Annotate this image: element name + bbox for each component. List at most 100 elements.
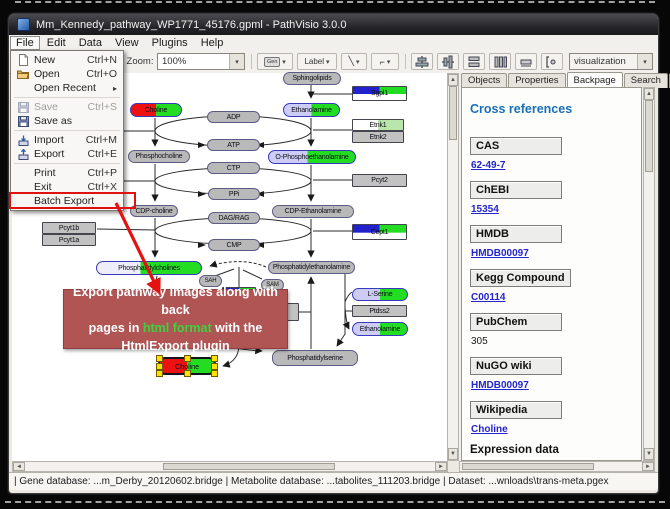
pathway-node-pcyt2[interactable]: Pcyt2 — [352, 174, 407, 187]
connector-tool[interactable]: ⌐▾ — [371, 53, 399, 70]
pathway-node-phosphocholine[interactable]: Phosphocholine — [128, 150, 190, 163]
menu-separator — [14, 97, 120, 98]
file-menu-item-save-as[interactable]: Save as — [11, 114, 123, 128]
file-menu-item-print[interactable]: PrintCtrl+P — [11, 166, 123, 180]
pathway-node-dag-rag[interactable]: DAG/RAG — [208, 212, 260, 224]
align-middle-button[interactable] — [437, 53, 459, 70]
selection-handle[interactable] — [184, 355, 191, 362]
selection-handle[interactable] — [184, 370, 191, 377]
selection-handle[interactable] — [156, 370, 163, 377]
pathway-node-label: PPi — [229, 191, 239, 198]
menu-help[interactable]: Help — [195, 36, 230, 50]
panel-vscrollbar[interactable]: ▲ ▼ — [643, 87, 655, 461]
tab-backpage[interactable]: Backpage — [567, 72, 623, 87]
pathway-node-phosphatidylethanolamine[interactable]: Phosphatidylethanolamine — [268, 261, 355, 274]
tab-objects[interactable]: Objects — [461, 73, 507, 88]
pathway-node-cdp-ethanolamine[interactable]: CDP-Ethanolamine — [272, 205, 354, 218]
scroll-right-icon[interactable]: ► — [435, 462, 447, 471]
pathway-node-ctp[interactable]: CTP — [207, 162, 260, 174]
pathway-node-ptdss2[interactable]: Ptdss2 — [352, 305, 407, 317]
xref-header: PubChem — [470, 313, 562, 331]
pathway-node-o-phosphoethanolamine[interactable]: O-Phosphoethanolamine — [268, 150, 356, 164]
xref-header: Wikipedia — [470, 401, 562, 419]
pathway-node-ppi[interactable]: PPi — [208, 188, 260, 200]
file-menu-item-new[interactable]: NewCtrl+N — [11, 53, 123, 67]
line-icon: ╲ — [349, 56, 354, 67]
pathway-node-pcyt1a[interactable]: Pcyt1a — [42, 234, 96, 246]
pathway-node-l-serine[interactable]: L-Serine — [352, 288, 408, 301]
file-menu-item-exit[interactable]: ExitCtrl+X — [11, 180, 123, 194]
scroll-up-icon[interactable]: ▲ — [644, 88, 654, 100]
pathway-node-cmp[interactable]: CMP — [208, 239, 260, 251]
pathway-node-sgpl1[interactable]: Sgpl1 — [352, 86, 407, 101]
pathway-node-cept1[interactable]: Cept1 — [352, 224, 407, 240]
label-tool[interactable]: Label▾ — [297, 53, 337, 70]
save-icon — [15, 102, 31, 113]
xref-link[interactable]: HMDB00097 — [471, 380, 635, 391]
tab-properties[interactable]: Properties — [508, 73, 565, 88]
xref-link[interactable]: Choline — [471, 424, 635, 435]
scroll-left-icon[interactable]: ◄ — [13, 462, 25, 471]
xref-link[interactable]: 62-49-7 — [471, 160, 635, 171]
scroll-down-icon[interactable]: ▼ — [644, 448, 654, 460]
menu-plugins[interactable]: Plugins — [146, 36, 194, 50]
visualization-combo[interactable]: visualization ▾ — [569, 53, 653, 70]
canvas-vscroll-thumb[interactable] — [449, 86, 457, 140]
pathway-node-etnk2[interactable]: Etnk2 — [352, 131, 404, 143]
panel-vscroll-thumb[interactable] — [645, 100, 653, 172]
pathway-node-phosphatidylcholines[interactable]: Phosphatidylcholines — [96, 261, 202, 275]
pathway-node-choline-top[interactable]: Choline — [130, 103, 182, 117]
file-menu-item-open-recent[interactable]: Open Recent▸ — [11, 81, 123, 95]
selection-handle[interactable] — [211, 363, 218, 370]
xref-link[interactable]: 15354 — [471, 204, 635, 215]
stack-vertical-button[interactable] — [463, 53, 485, 70]
canvas-vscrollbar[interactable]: ▲ ▼ — [447, 73, 459, 461]
selection-handle[interactable] — [156, 363, 163, 370]
pathway-node-phosphatidylserine[interactable]: Phosphatidylserine — [272, 350, 358, 366]
pathway-node-label: Phosphatidylethanolamine — [273, 264, 350, 271]
selection-handle[interactable] — [211, 370, 218, 377]
pathway-node-adp[interactable]: ADP — [207, 111, 260, 123]
tab-search[interactable]: Search — [624, 73, 668, 88]
visualization-dropdown-icon[interactable]: ▾ — [637, 54, 652, 69]
pathway-node-choline-selected[interactable]: Choline — [158, 357, 216, 375]
pathway-node-atp[interactable]: ATP — [207, 139, 260, 151]
zoom-combo[interactable]: 100% ▾ — [157, 53, 245, 70]
scroll-right-icon[interactable]: ► — [642, 462, 654, 471]
selection-handle[interactable] — [211, 355, 218, 362]
pathway-node-cdp-choline[interactable]: CDP-choline — [130, 205, 178, 217]
menu-file[interactable]: File — [10, 36, 40, 50]
panel-hscroll-thumb[interactable] — [462, 463, 594, 470]
align-center-icon — [415, 55, 429, 69]
menu-view[interactable]: View — [109, 36, 145, 50]
scroll-down-icon[interactable]: ▼ — [448, 448, 458, 460]
pathway-node-ethanolamine-top[interactable]: Ethanolamine — [283, 103, 340, 117]
menu-data[interactable]: Data — [73, 36, 108, 50]
pathway-node-etnk1[interactable]: Etnk1 — [352, 119, 404, 131]
file-menu-item-export[interactable]: ExportCtrl+E — [11, 147, 123, 161]
gene-node-tool[interactable]: Gen▾ — [257, 53, 293, 70]
pathway-node-ethanolamine-bottom[interactable]: Ethanolamine — [352, 322, 408, 336]
pathway-node-pcyt1b[interactable]: Pcyt1b — [42, 222, 96, 234]
file-menu-item-open[interactable]: OpenCtrl+O — [11, 67, 123, 81]
scroll-up-icon[interactable]: ▲ — [448, 74, 458, 86]
canvas-hscrollbar[interactable]: ◄ ► — [12, 461, 448, 472]
panel-hscrollbar[interactable]: ► — [459, 461, 655, 472]
pathway-node-sphingolipids[interactable]: Sphingolipids — [283, 72, 341, 85]
cross-references-heading: Cross references — [470, 102, 635, 116]
xref-link[interactable]: HMDB00097 — [471, 248, 635, 259]
xref-link[interactable]: C00114 — [471, 292, 635, 303]
title-bar[interactable]: Mm_Kennedy_pathway_WP1771_45176.gpml - P… — [9, 14, 658, 35]
stack-horizontal-button[interactable] — [489, 53, 511, 70]
canvas-hscroll-thumb[interactable] — [163, 463, 335, 470]
file-menu-item-batch-export[interactable]: Batch Export — [11, 194, 123, 208]
common-width-button[interactable] — [515, 53, 537, 70]
expression-data-heading: Expression data — [470, 444, 635, 456]
zoom-dropdown-icon[interactable]: ▾ — [229, 54, 244, 69]
line-tool[interactable]: ╲▾ — [341, 53, 367, 70]
align-center-button[interactable] — [411, 53, 433, 70]
selection-handle[interactable] — [156, 355, 163, 362]
menu-edit[interactable]: Edit — [41, 36, 72, 50]
common-height-button[interactable] — [541, 53, 563, 70]
file-menu-item-import[interactable]: ImportCtrl+M — [11, 133, 123, 147]
